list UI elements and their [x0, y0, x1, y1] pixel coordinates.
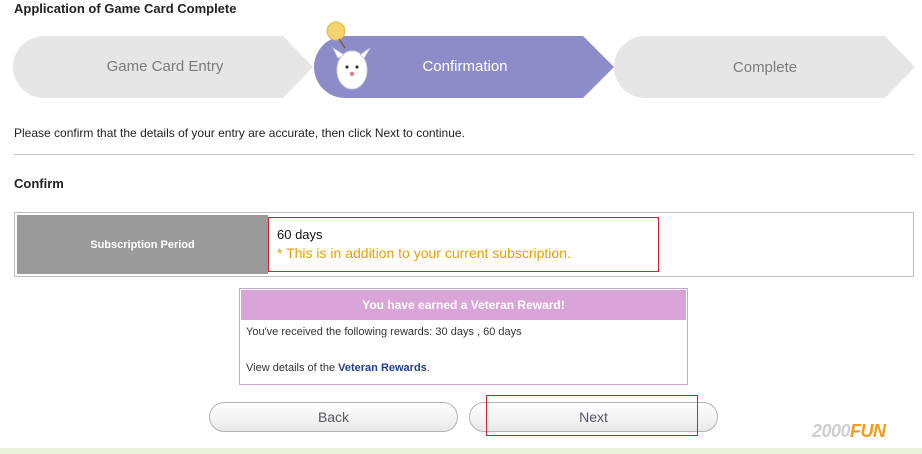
step-game-card-entry: Game Card Entry	[106, 58, 224, 75]
instruction-text: Please confirm that the details of your …	[14, 126, 465, 140]
footer-strip	[0, 448, 922, 454]
reward-details-prefix: View details of the	[246, 362, 339, 374]
reward-header: You have earned a Veteran Reward!	[241, 290, 686, 320]
highlight-box-subscription	[268, 217, 659, 272]
step-complete: Complete	[732, 59, 798, 76]
watermark-logo: 2000FUN	[812, 421, 886, 442]
section-title-confirm: Confirm	[14, 176, 64, 191]
step-confirmation: Confirmation	[422, 58, 508, 75]
watermark-main: 2000	[812, 421, 851, 441]
watermark-accent: FUN	[850, 421, 886, 441]
reward-details-suffix: .	[426, 362, 430, 374]
veteran-rewards-link[interactable]: Veteran Rewards	[338, 362, 427, 374]
subscription-period-label: Subscription Period	[17, 215, 268, 274]
reward-details-line: View details of the Veteran Rewards.	[246, 362, 430, 374]
veteran-reward-box: You have earned a Veteran Reward! You've…	[239, 288, 688, 385]
reward-received-text: You've received the following rewards: 3…	[246, 326, 522, 338]
divider	[14, 154, 914, 155]
progress-steps: Game Card Entry Confirmation Complete	[0, 0, 922, 110]
highlight-box-next	[486, 395, 698, 436]
back-button[interactable]: Back	[209, 402, 458, 432]
